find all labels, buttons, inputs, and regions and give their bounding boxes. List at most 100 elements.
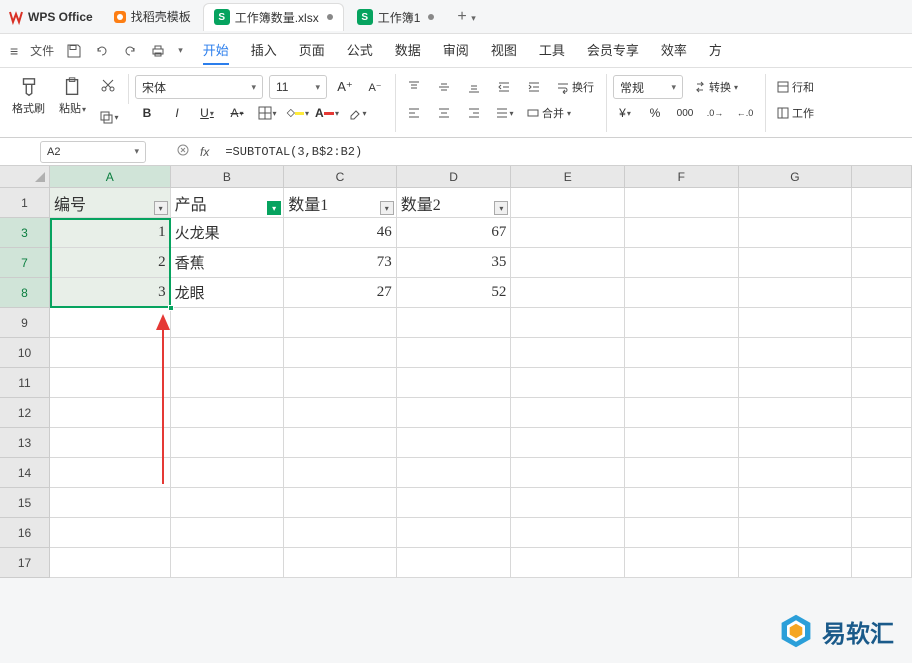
cell[interactable] [284,368,397,398]
cell[interactable] [511,518,625,548]
tab-template[interactable]: 找稻壳模板 [103,3,201,31]
cell[interactable] [171,308,285,338]
cell[interactable] [852,338,912,368]
cut-button[interactable] [96,74,120,96]
cell[interactable] [50,548,171,578]
cell[interactable] [625,338,739,368]
cell[interactable] [625,248,739,278]
cell[interactable] [739,278,853,308]
cell[interactable] [171,518,285,548]
cell[interactable] [511,458,625,488]
cell[interactable] [50,398,171,428]
cell[interactable] [511,218,625,248]
paste-button[interactable]: 粘贴▾ [55,74,90,118]
cell[interactable] [852,518,912,548]
col-header-E[interactable]: E [511,166,625,188]
underline-button[interactable]: U▾ [195,102,219,124]
cell[interactable] [739,458,853,488]
row-header-12[interactable]: 12 [0,398,50,428]
cell[interactable] [171,548,285,578]
cell[interactable] [50,458,171,488]
cell[interactable] [739,428,853,458]
row-header-14[interactable]: 14 [0,458,50,488]
row-header-1[interactable]: 1 [0,188,50,218]
cell-B7[interactable]: 香蕉 [171,248,285,278]
cell[interactable] [739,368,853,398]
cell-B3[interactable]: 火龙果 [171,218,285,248]
cell-F1[interactable] [625,188,739,218]
cell[interactable] [284,428,397,458]
cell[interactable] [739,308,853,338]
row-header-7[interactable]: 7 [0,248,50,278]
cell[interactable] [511,338,625,368]
cell[interactable] [397,488,512,518]
cell-H1[interactable] [852,188,912,218]
cell[interactable] [171,368,285,398]
hamburger-icon[interactable]: ≡ [10,43,18,59]
file-menu[interactable]: 文件 [30,42,54,59]
align-top-button[interactable] [402,76,426,98]
filter-active-button[interactable]: ▾ [267,201,281,215]
tab-data[interactable]: 数据 [395,36,421,65]
cell[interactable] [171,338,285,368]
filter-button[interactable]: ▾ [380,201,394,215]
cell[interactable] [852,308,912,338]
cell-A3[interactable]: 1 [50,218,171,248]
cell[interactable] [852,488,912,518]
cell-D7[interactable]: 35 [397,248,512,278]
cell[interactable] [50,368,171,398]
cell[interactable] [50,518,171,548]
worksheet-button[interactable]: 工作 [772,103,818,123]
bold-button[interactable]: B [135,102,159,124]
spreadsheet-grid[interactable]: A B C D E F G 1 编号▾ 产品▾ 数量1▾ 数量2▾ 3 1 火龙… [0,166,912,578]
cell[interactable] [284,398,397,428]
justify-button[interactable]: ▾ [492,102,516,124]
row-header-9[interactable]: 9 [0,308,50,338]
cell[interactable] [739,398,853,428]
cell-C7[interactable]: 73 [284,248,397,278]
cell[interactable] [625,218,739,248]
fill-color-button[interactable]: ▾ [285,102,309,124]
tab-insert[interactable]: 插入 [251,36,277,65]
row-header-11[interactable]: 11 [0,368,50,398]
cell[interactable] [397,398,512,428]
name-box[interactable]: A2▾ [40,141,146,163]
cell-B8[interactable]: 龙眼 [171,278,285,308]
cell[interactable] [171,488,285,518]
currency-button[interactable]: ¥▾ [613,102,637,124]
redo-icon[interactable] [122,43,138,59]
row-header-15[interactable]: 15 [0,488,50,518]
cell-D8[interactable]: 52 [397,278,512,308]
tab-start[interactable]: 开始 [203,36,229,65]
cell[interactable] [171,428,285,458]
cell[interactable] [511,308,625,338]
cell[interactable] [625,488,739,518]
font-family-select[interactable]: 宋体▾ [135,75,263,99]
cell[interactable] [397,368,512,398]
convert-button[interactable]: 转换▾ [689,77,742,97]
cell[interactable] [625,368,739,398]
cell[interactable] [739,218,853,248]
cell[interactable] [739,488,853,518]
cell-E1[interactable] [511,188,625,218]
row-header-8[interactable]: 8 [0,278,50,308]
tab-workbook1[interactable]: S 工作簿1 [346,3,446,31]
col-header-F[interactable]: F [625,166,739,188]
cell[interactable] [511,488,625,518]
selection-handle[interactable] [168,305,174,311]
italic-button[interactable]: I [165,102,189,124]
tab-formula[interactable]: 公式 [347,36,373,65]
row-header-10[interactable]: 10 [0,338,50,368]
row-header-3[interactable]: 3 [0,218,50,248]
cell[interactable] [852,218,912,248]
cell-C1[interactable]: 数量1▾ [284,188,397,218]
row-header-16[interactable]: 16 [0,518,50,548]
cell[interactable] [739,548,853,578]
col-header-blank[interactable] [852,166,912,188]
col-header-D[interactable]: D [397,166,512,188]
comma-button[interactable]: 000 [673,102,697,124]
tab-tools[interactable]: 工具 [539,36,565,65]
cell[interactable] [852,368,912,398]
cell[interactable] [284,518,397,548]
cell[interactable] [852,398,912,428]
